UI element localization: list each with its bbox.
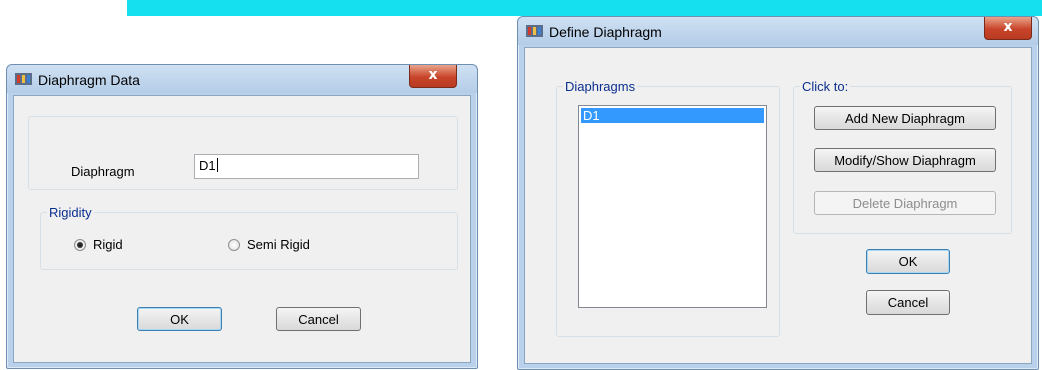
diaphragms-listbox[interactable]: D1: [578, 105, 767, 308]
dialog-title: Diaphragm Data: [38, 72, 140, 88]
ok-button[interactable]: OK: [137, 307, 222, 331]
rigidity-group-label: Rigidity: [47, 205, 94, 220]
click-to-group-label: Click to:: [800, 79, 851, 94]
cancel-button[interactable]: Cancel: [276, 307, 361, 331]
close-button[interactable]: x: [409, 65, 457, 88]
modify-show-diaphragm-button[interactable]: Modify/Show Diaphragm: [814, 148, 996, 172]
banner-dark-overlay: [267, 0, 1007, 8]
dialog-client-area: Diaphragms D1 Click to: Add New Diaphrag…: [524, 47, 1032, 364]
close-icon: x: [428, 67, 438, 83]
diaphragm-data-dialog: Diaphragm Data x Diaphragm D1 Rigidity R…: [6, 64, 478, 369]
ok-button[interactable]: OK: [866, 249, 950, 274]
define-diaphragm-titlebar[interactable]: Define Diaphragm x: [518, 17, 1038, 45]
rigid-radio-label[interactable]: Rigid: [93, 237, 123, 252]
app-icon: [15, 73, 32, 85]
diaphragm-name-value: D1: [199, 158, 216, 173]
semi-rigid-radio-label[interactable]: Semi Rigid: [247, 237, 310, 252]
list-item[interactable]: D1: [581, 108, 764, 123]
add-new-diaphragm-button[interactable]: Add New Diaphragm: [814, 106, 996, 130]
close-button[interactable]: x: [984, 17, 1032, 40]
diaphragm-data-titlebar[interactable]: Diaphragm Data x: [7, 65, 477, 93]
diaphragm-name-input[interactable]: D1: [194, 154, 419, 179]
delete-diaphragm-button[interactable]: Delete Diaphragm: [814, 191, 996, 215]
close-icon: x: [1003, 19, 1013, 35]
rigid-radio[interactable]: [74, 239, 86, 251]
dialog-client-area: Diaphragm D1 Rigidity Rigid Semi Rigid O…: [13, 95, 471, 363]
top-banner: [127, 0, 1042, 16]
diaphragms-group-label: Diaphragms: [563, 79, 638, 94]
diaphragm-label: Diaphragm: [71, 164, 135, 179]
define-diaphragm-dialog: Define Diaphragm x Diaphragms D1 Click t…: [517, 16, 1039, 370]
dialog-title: Define Diaphragm: [549, 24, 662, 40]
cancel-button[interactable]: Cancel: [866, 290, 950, 315]
text-caret: [216, 158, 218, 172]
semi-rigid-radio[interactable]: [228, 239, 240, 251]
app-icon: [526, 25, 543, 37]
